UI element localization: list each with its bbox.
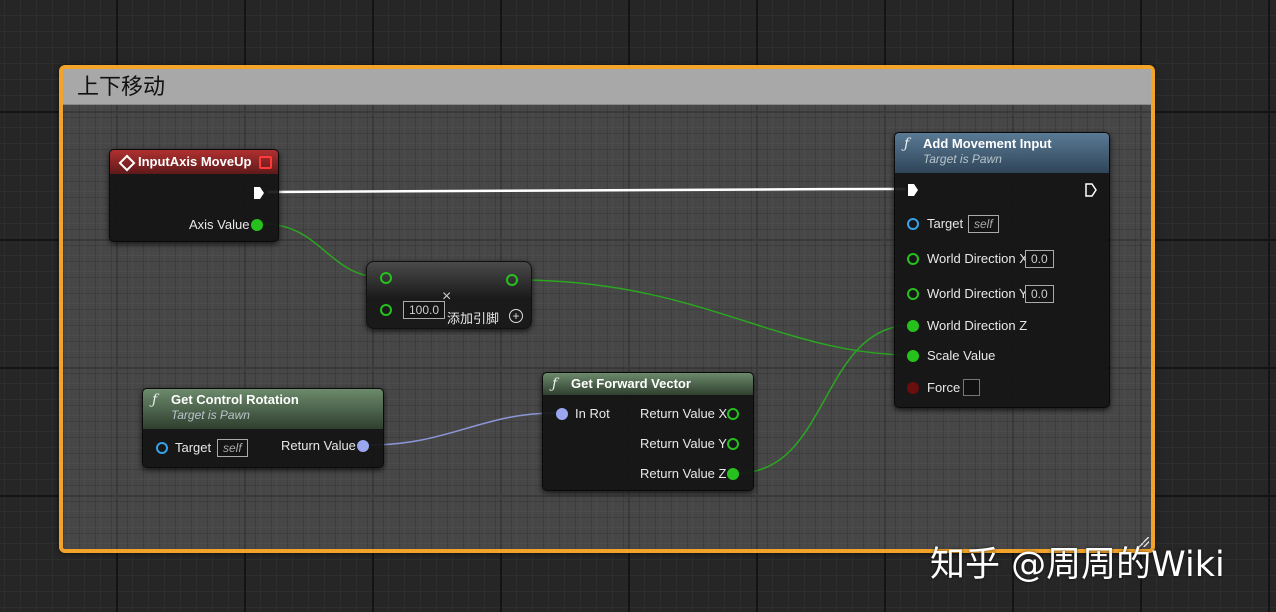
target-label: Target bbox=[927, 216, 964, 231]
function-icon: ƒ bbox=[552, 376, 558, 392]
target-value[interactable]: self bbox=[968, 215, 999, 233]
multiply-output-pin[interactable] bbox=[506, 274, 518, 286]
node-header: ƒ Add Movement Input Target is Pawn bbox=[895, 133, 1109, 173]
node-title: Get Forward Vector bbox=[571, 376, 691, 391]
delegate-pin-icon[interactable] bbox=[259, 156, 272, 169]
multiply-b-value[interactable]: 100.0 bbox=[403, 301, 446, 319]
node-title: Get Control Rotation bbox=[171, 392, 299, 407]
multiply-input-b-pin[interactable] bbox=[380, 304, 392, 316]
multiply-operator-icon: × bbox=[442, 288, 452, 305]
node-add-movement-input[interactable]: ƒ Add Movement Input Target is Pawn Targ… bbox=[894, 132, 1110, 408]
event-diamond-icon bbox=[118, 154, 136, 172]
node-subtitle: Target is Pawn bbox=[171, 408, 250, 422]
node-header: ƒ Get Forward Vector bbox=[543, 373, 753, 395]
world-direction-z-label: World Direction Z bbox=[927, 318, 1028, 333]
return-value-pin[interactable] bbox=[357, 440, 369, 452]
add-pin-icon[interactable]: + bbox=[509, 309, 523, 323]
axis-value-pin[interactable] bbox=[251, 219, 263, 231]
return-y-pin[interactable] bbox=[727, 438, 739, 450]
force-label: Force bbox=[927, 380, 961, 395]
force-checkbox[interactable] bbox=[963, 379, 980, 396]
function-icon: ƒ bbox=[904, 136, 910, 152]
in-rot-pin[interactable] bbox=[556, 408, 568, 420]
node-multiply[interactable]: 100.0 × 添加引脚 + bbox=[366, 261, 532, 329]
exec-in-pin[interactable] bbox=[907, 183, 919, 197]
function-icon: ƒ bbox=[152, 392, 158, 408]
target-pin[interactable] bbox=[156, 442, 168, 454]
return-x-pin[interactable] bbox=[727, 408, 739, 420]
node-header: InputAxis MoveUp bbox=[110, 150, 278, 174]
node-input-axis-moveup[interactable]: InputAxis MoveUp Axis Value bbox=[109, 149, 279, 242]
add-pin-label[interactable]: 添加引脚 bbox=[447, 308, 499, 327]
world-direction-y-pin[interactable] bbox=[907, 288, 919, 300]
world-direction-x-label: World Direction X bbox=[927, 251, 1028, 266]
return-value-label: Return Value bbox=[281, 438, 356, 453]
scale-value-label: Scale Value bbox=[927, 348, 996, 363]
target-pin[interactable] bbox=[907, 218, 919, 230]
world-direction-z-pin[interactable] bbox=[907, 320, 919, 332]
node-subtitle: Target is Pawn bbox=[923, 152, 1002, 166]
axis-value-label: Axis Value bbox=[189, 217, 250, 232]
return-z-label: Return Value Z bbox=[640, 466, 727, 481]
force-pin[interactable] bbox=[907, 382, 919, 394]
multiply-input-a-pin[interactable] bbox=[380, 272, 392, 284]
return-x-label: Return Value X bbox=[640, 406, 728, 421]
target-label: Target bbox=[175, 440, 212, 455]
exec-out-pin[interactable] bbox=[253, 186, 265, 200]
node-title: Add Movement Input bbox=[923, 136, 1052, 151]
node-get-forward-vector[interactable]: ƒ Get Forward Vector In Rot Return Value… bbox=[542, 372, 754, 491]
scale-value-pin[interactable] bbox=[907, 350, 919, 362]
exec-out-pin[interactable] bbox=[1085, 183, 1097, 197]
node-header: ƒ Get Control Rotation Target is Pawn bbox=[143, 389, 383, 429]
comment-title[interactable]: 上下移动 bbox=[63, 69, 1151, 105]
return-y-label: Return Value Y bbox=[640, 436, 727, 451]
world-direction-x-value[interactable]: 0.0 bbox=[1025, 250, 1054, 268]
node-get-control-rotation[interactable]: ƒ Get Control Rotation Target is Pawn Ta… bbox=[142, 388, 384, 468]
watermark: 知乎 @周周的Wiki bbox=[930, 545, 1225, 585]
in-rot-label: In Rot bbox=[575, 406, 610, 421]
world-direction-y-value[interactable]: 0.0 bbox=[1025, 285, 1054, 303]
return-z-pin[interactable] bbox=[727, 468, 739, 480]
node-title: InputAxis MoveUp bbox=[138, 154, 252, 169]
world-direction-x-pin[interactable] bbox=[907, 253, 919, 265]
target-value[interactable]: self bbox=[217, 439, 248, 457]
world-direction-y-label: World Direction Y bbox=[927, 286, 1028, 301]
